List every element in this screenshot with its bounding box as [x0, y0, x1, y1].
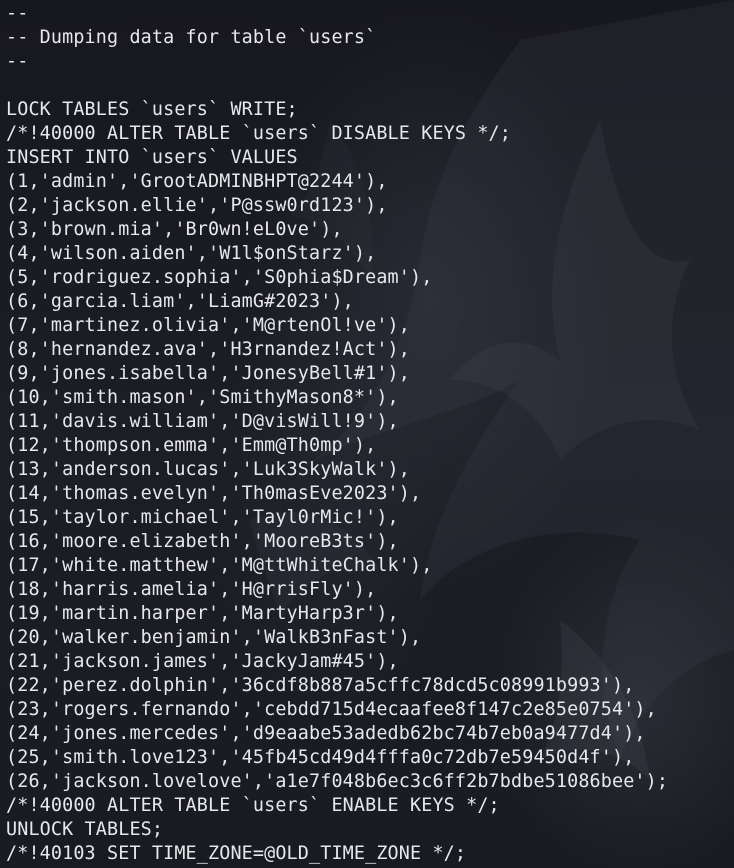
- sql-line: (4,'wilson.aiden','W1l$onStarz'),: [6, 243, 377, 264]
- sql-line: (21,'jackson.james','JackyJam#45'),: [6, 651, 399, 672]
- sql-line: /*!40000 ALTER TABLE `users` DISABLE KEY…: [6, 123, 511, 144]
- sql-line: --: [6, 3, 29, 24]
- sql-line: [6, 74, 668, 98]
- sql-line: (16,'moore.elizabeth','MooreB3ts'),: [6, 531, 399, 552]
- sql-line: (26,'jackson.lovelove','a1e7f048b6ec3c6f…: [6, 771, 669, 792]
- sql-line: (17,'white.matthew','M@ttWhiteChalk'),: [6, 555, 433, 576]
- sql-line: INSERT INTO `users` VALUES: [6, 147, 298, 168]
- sql-line: --: [6, 51, 29, 72]
- sql-line: (6,'garcia.liam','LiamG#2023'),: [6, 291, 354, 312]
- sql-line: /*!40000 ALTER TABLE `users` ENABLE KEYS…: [6, 795, 500, 816]
- terminal-window[interactable]: -- -- Dumping data for table `users` -- …: [0, 0, 734, 868]
- sql-line: (18,'harris.amelia','H@rrisFly'),: [6, 579, 377, 600]
- sql-line: /*!40103 SET TIME_ZONE=@OLD_TIME_ZONE */…: [6, 843, 467, 864]
- sql-line: LOCK TABLES `users` WRITE;: [6, 99, 298, 120]
- sql-line: -- Dumping data for table `users`: [6, 27, 377, 48]
- sql-line: (1,'admin','GrootADMINBHPT@2244'),: [6, 171, 388, 192]
- sql-line: (15,'taylor.michael','Tayl0rMic!'),: [6, 507, 399, 528]
- sql-line: (2,'jackson.ellie','P@ssw0rd123'),: [6, 195, 388, 216]
- sql-line: (12,'thompson.emma','Emm@Th0mp'),: [6, 435, 377, 456]
- sql-line: (19,'martin.harper','MartyHarp3r'),: [6, 603, 399, 624]
- sql-line: (13,'anderson.lucas','Luk3SkyWalk'),: [6, 459, 410, 480]
- sql-line: (25,'smith.love123','45fb45cd49d4fffa0c7…: [6, 747, 635, 768]
- sql-line: (22,'perez.dolphin','36cdf8b887a5cffc78d…: [6, 675, 635, 696]
- sql-line: (10,'smith.mason','SmithyMason8*'),: [6, 387, 399, 408]
- sql-line: (3,'brown.mia','Br0wn!eL0ve'),: [6, 219, 343, 240]
- sql-line: (20,'walker.benjamin','WalkB3nFast'),: [6, 627, 422, 648]
- terminal-output: -- -- Dumping data for table `users` -- …: [6, 2, 668, 866]
- sql-line: (7,'martinez.olivia','M@rtenOl!ve'),: [6, 315, 410, 336]
- sql-line: (5,'rodriguez.sophia','S0phia$Dream'),: [6, 267, 433, 288]
- sql-line: (23,'rogers.fernando','cebdd715d4ecaafee…: [6, 699, 657, 720]
- sql-line: (14,'thomas.evelyn','Th0masEve2023'),: [6, 483, 422, 504]
- sql-line: UNLOCK TABLES;: [6, 819, 164, 840]
- sql-line: (24,'jones.mercedes','d9eaabe53adedb62bc…: [6, 723, 646, 744]
- sql-line: (9,'jones.isabella','JonesyBell#1'),: [6, 363, 410, 384]
- sql-line: (11,'davis.william','D@visWill!9'),: [6, 411, 399, 432]
- sql-line: (8,'hernandez.ava','H3rnandez!Act'),: [6, 339, 410, 360]
